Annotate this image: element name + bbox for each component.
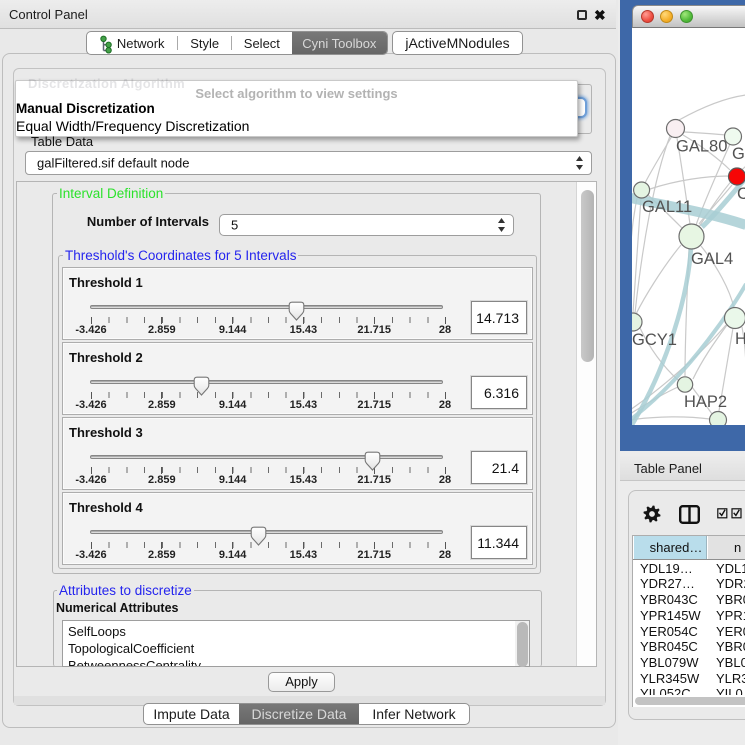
svg-text:C: C xyxy=(737,185,745,203)
svg-text:GAL4: GAL4 xyxy=(691,250,733,268)
svg-text:GA: GA xyxy=(732,145,745,163)
svg-text:HAP2: HAP2 xyxy=(684,393,727,411)
svg-text:GAL11: GAL11 xyxy=(642,198,692,216)
svg-text:H: H xyxy=(735,330,745,348)
svg-text:GAL80: GAL80 xyxy=(676,138,727,156)
svg-text:GCY1: GCY1 xyxy=(632,331,677,349)
